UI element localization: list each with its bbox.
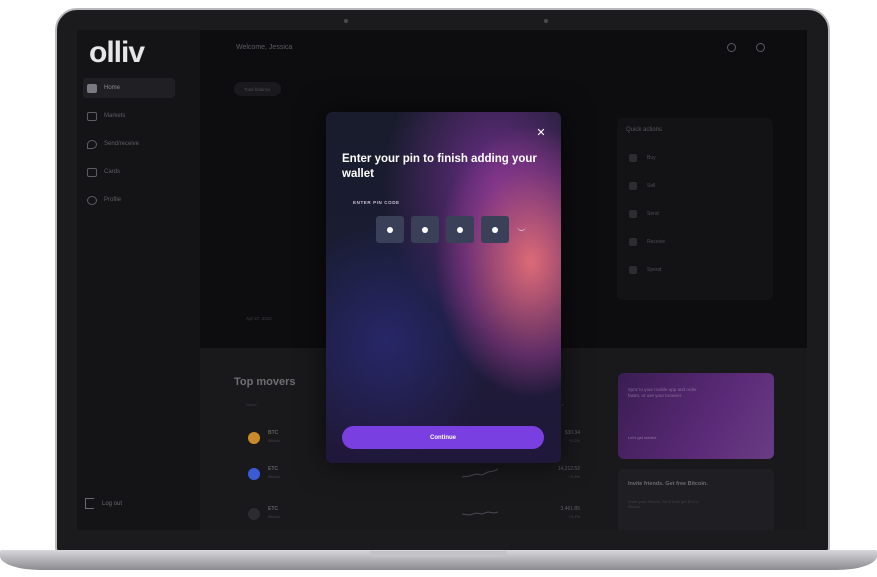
close-icon[interactable]: ✕ bbox=[534, 126, 548, 140]
search-icon[interactable] bbox=[727, 43, 736, 52]
coin-price: 3,461.85 bbox=[560, 506, 580, 512]
quick-action-send[interactable]: Send bbox=[629, 210, 659, 218]
quick-action-label: Sell bbox=[647, 183, 656, 189]
receive-icon bbox=[629, 238, 637, 246]
pin-dot bbox=[387, 226, 393, 233]
promo-text: Invite your friends. You'll both get $10… bbox=[628, 499, 699, 509]
pin-label: ENTER PIN CODE bbox=[353, 200, 400, 205]
plus-icon bbox=[629, 154, 637, 162]
logout-icon bbox=[85, 498, 94, 509]
coin-symbol: BTC bbox=[268, 430, 279, 436]
invite-promo-card[interactable]: Invite friends. Get free Bitcoin. Invite… bbox=[618, 469, 774, 530]
laptop-notch bbox=[370, 551, 507, 557]
quick-action-sell[interactable]: Sell bbox=[629, 182, 655, 190]
pin-dot bbox=[457, 226, 463, 233]
quick-action-buy[interactable]: Buy bbox=[629, 154, 656, 162]
mobile-app-promo-card[interactable]: Sync to your mobile app and order faster… bbox=[618, 373, 774, 459]
welcome-text: Welcome, Jessica bbox=[236, 44, 293, 51]
sparkline bbox=[462, 468, 498, 478]
pin-digit-input[interactable] bbox=[481, 216, 509, 243]
sidebar-item-send-receive[interactable]: Send/receive bbox=[83, 134, 175, 154]
user-icon[interactable] bbox=[756, 43, 765, 52]
bank-icon bbox=[629, 266, 637, 274]
pin-dot bbox=[422, 226, 428, 233]
sidebar-item-label: Send/receive bbox=[104, 141, 140, 147]
coin-price: 14,212.52 bbox=[557, 466, 580, 472]
coin-change: +0.1% bbox=[568, 514, 580, 519]
sparkline bbox=[462, 511, 498, 516]
etc-coin-icon bbox=[248, 508, 260, 520]
quick-action-spend[interactable]: Spend bbox=[629, 266, 661, 274]
promo-title: Invite friends. Get free Bitcoin. bbox=[628, 481, 708, 487]
btc-coin-icon bbox=[248, 432, 260, 444]
minus-icon bbox=[629, 182, 637, 190]
logout-label: Log out bbox=[102, 500, 123, 507]
promo-text: Sync to your mobile app and order faster… bbox=[628, 387, 697, 398]
quick-actions-title: Quick actions bbox=[626, 127, 663, 133]
sidebar-item-cards[interactable]: Cards bbox=[83, 162, 175, 182]
promo-link[interactable]: Let's get started bbox=[628, 435, 656, 440]
sidebar-item-label: Cards bbox=[104, 169, 121, 175]
coin-name: Bitcoin bbox=[268, 474, 281, 479]
sidebar-item-label: Home bbox=[104, 85, 121, 91]
quick-actions-panel: Quick actions Buy Sell Send Receive Spen… bbox=[617, 118, 773, 300]
column-header-name: Name bbox=[246, 402, 257, 407]
top-movers-title: Top movers bbox=[234, 376, 296, 388]
main-content: Welcome, Jessica Total balance Apr 27, 2… bbox=[200, 30, 807, 530]
pin-dot bbox=[492, 226, 498, 233]
modal-title: Enter your pin to finish adding your wal… bbox=[342, 153, 537, 180]
user-icon bbox=[87, 195, 97, 205]
pin-digit-input[interactable] bbox=[446, 216, 474, 243]
sidebar-item-label: Markets bbox=[104, 113, 126, 119]
app-screen: olliv Home Markets Send/receive Cards Pr… bbox=[77, 30, 807, 530]
coin-name: Bitcoin bbox=[268, 514, 281, 519]
continue-button[interactable]: Continue bbox=[342, 426, 544, 449]
sidebar: olliv Home Markets Send/receive Cards Pr… bbox=[77, 30, 200, 530]
pin-modal: ✕ Enter your pin to finish adding your w… bbox=[326, 112, 561, 463]
sidebar-item-label: Profile bbox=[104, 197, 122, 203]
coin-symbol: ETC bbox=[268, 466, 278, 472]
quick-action-label: Spend bbox=[647, 267, 662, 273]
coin-change: +0.3% bbox=[568, 474, 580, 479]
send-icon bbox=[629, 210, 637, 218]
balance-pill[interactable]: Total balance bbox=[234, 82, 281, 96]
hide-pin-eye-icon[interactable] bbox=[517, 226, 526, 231]
quick-action-receive[interactable]: Receive bbox=[629, 238, 665, 246]
sidebar-item-home[interactable]: Home bbox=[83, 78, 175, 98]
chart-date: Apr 27, 2022 bbox=[246, 316, 272, 321]
location-icon bbox=[87, 139, 97, 149]
quick-action-label: Send bbox=[647, 211, 659, 217]
sidebar-item-markets[interactable]: Markets bbox=[83, 106, 175, 126]
card-icon bbox=[87, 167, 97, 177]
logout-button[interactable]: Log out bbox=[85, 498, 122, 509]
etc-coin-icon bbox=[248, 468, 260, 480]
pin-digit-input[interactable] bbox=[411, 216, 439, 243]
coin-symbol: ETC bbox=[268, 506, 278, 512]
camera-dot bbox=[544, 19, 548, 23]
pin-digit-input[interactable] bbox=[376, 216, 404, 243]
sidebar-item-profile[interactable]: Profile bbox=[83, 190, 175, 210]
app-logo: olliv bbox=[89, 36, 145, 69]
quick-action-label: Buy bbox=[647, 155, 656, 161]
quick-action-label: Receive bbox=[647, 239, 666, 245]
camera-dot bbox=[344, 19, 348, 23]
home-icon bbox=[87, 83, 97, 93]
chart-icon bbox=[87, 111, 97, 121]
coin-name: Bitcoin bbox=[268, 438, 281, 443]
